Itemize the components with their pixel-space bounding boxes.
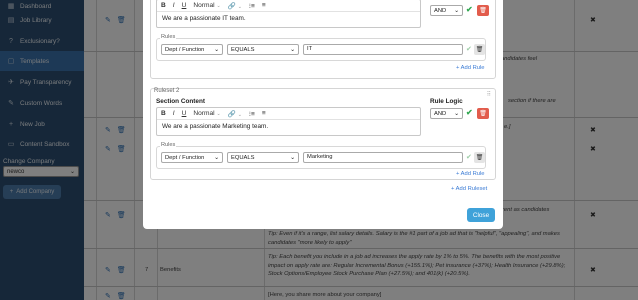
chevron-down-icon: ⌄ (454, 7, 459, 14)
ordered-list-icon[interactable]: ⁝≡ (249, 2, 255, 10)
bold-button[interactable]: B (161, 2, 166, 9)
chevron-down-icon: ⌄ (454, 110, 459, 117)
close-button[interactable]: Close (467, 208, 495, 222)
rules-label: Rules (160, 34, 177, 40)
rule-logic-label: Rule Logic (430, 98, 463, 105)
italic-button[interactable]: I (173, 2, 175, 9)
rule-operator-value: EQUALS (231, 46, 255, 53)
rule-field-value: Dept / Function (165, 154, 205, 161)
chevron-down-icon: ⌄ (290, 154, 295, 161)
trash-icon: 🗑 (475, 155, 484, 161)
ruleset-title: Ruleset 2 (154, 88, 180, 94)
rule-field-select[interactable]: Dept / Function ⌄ (161, 152, 223, 163)
chevron-down-icon: ⌄ (214, 154, 219, 161)
editor-toolbar: B I U Normal ⌄ 🔗 ⌄ ⁝≡ ≡ (157, 108, 420, 120)
rules-label: Rules (160, 142, 177, 148)
rule-operator-select[interactable]: EQUALS ⌄ (227, 44, 299, 55)
rule-operator-value: EQUALS (231, 154, 255, 161)
link-icon[interactable]: 🔗 ⌄ (228, 2, 242, 10)
ruleset-1: B I U Normal ⌄ 🔗 ⌄ ⁝≡ ≡ We are a passion… (150, 0, 496, 79)
format-select-value: Normal (193, 110, 215, 117)
add-rule-link[interactable]: + Add Rule (456, 171, 485, 177)
ruleset-2: Ruleset 2 ⠿ Section Content Rule Logic B… (150, 88, 496, 180)
rules-group: Rules Dept / Function ⌄ EQUALS ⌄ Marketing… (156, 142, 486, 169)
editor-content[interactable]: We are a passionate Marketing team. (157, 120, 420, 133)
section-content-label: Section Content (156, 98, 205, 105)
bullet-list-icon[interactable]: ≡ (262, 2, 266, 9)
rule-field-value: Dept / Function (165, 46, 205, 53)
rule-field-select[interactable]: Dept / Function ⌄ (161, 44, 223, 55)
bullet-list-icon[interactable]: ≡ (262, 110, 266, 117)
delete-ruleset-button[interactable]: 🗑 (477, 5, 489, 16)
check-icon[interactable]: ✔ (466, 153, 472, 161)
link-icon[interactable]: 🔗 ⌄ (228, 110, 242, 118)
delete-ruleset-button[interactable]: 🗑 (477, 108, 489, 119)
check-icon[interactable]: ✔ (466, 5, 473, 14)
bold-button[interactable]: B (161, 110, 166, 117)
rule-value-input[interactable]: Marketing (303, 152, 463, 163)
template-rules-modal: B I U Normal ⌄ 🔗 ⌄ ⁝≡ ≡ We are a passion… (143, 0, 503, 229)
chevron-down-icon: ⌄ (290, 46, 295, 53)
rules-group: Rules Dept / Function ⌄ EQUALS ⌄ IT ✔ 🗑 (156, 34, 486, 61)
rule-value-input[interactable]: IT (303, 44, 463, 55)
section-content-editor[interactable]: B I U Normal ⌄ 🔗 ⌄ ⁝≡ ≡ We are a passion… (156, 107, 421, 136)
rule-logic-select[interactable]: AND ⌄ (430, 5, 463, 16)
editor-content[interactable]: We are a passionate IT team. (157, 12, 420, 25)
delete-rule-button[interactable]: 🗑 (474, 44, 485, 55)
format-select-value: Normal (193, 2, 215, 9)
add-rule-link[interactable]: + Add Rule (456, 65, 485, 71)
trash-icon: 🗑 (479, 8, 487, 14)
trash-icon: 🗑 (475, 47, 484, 53)
check-icon[interactable]: ✔ (466, 108, 473, 117)
ordered-list-icon[interactable]: ⁝≡ (249, 110, 255, 118)
chevron-down-icon: ⌄ (214, 46, 219, 53)
drag-handle-icon[interactable]: ⠿ (487, 91, 491, 98)
underline-button[interactable]: U (182, 2, 187, 9)
trash-icon: 🗑 (479, 111, 487, 117)
rule-logic-select[interactable]: AND ⌄ (430, 108, 463, 119)
check-icon[interactable]: ✔ (466, 45, 472, 53)
rule-logic-value: AND (434, 7, 447, 14)
rule-operator-select[interactable]: EQUALS ⌄ (227, 152, 299, 163)
rule-logic-value: AND (434, 110, 447, 117)
underline-button[interactable]: U (182, 110, 187, 117)
format-select[interactable]: Normal ⌄ (193, 2, 220, 9)
format-select[interactable]: Normal ⌄ (193, 110, 220, 117)
add-ruleset-link[interactable]: + Add Ruleset (451, 186, 487, 192)
editor-toolbar: B I U Normal ⌄ 🔗 ⌄ ⁝≡ ≡ (157, 0, 420, 12)
section-content-editor[interactable]: B I U Normal ⌄ 🔗 ⌄ ⁝≡ ≡ We are a passion… (156, 0, 421, 28)
italic-button[interactable]: I (173, 110, 175, 117)
delete-rule-button[interactable]: 🗑 (474, 152, 485, 163)
